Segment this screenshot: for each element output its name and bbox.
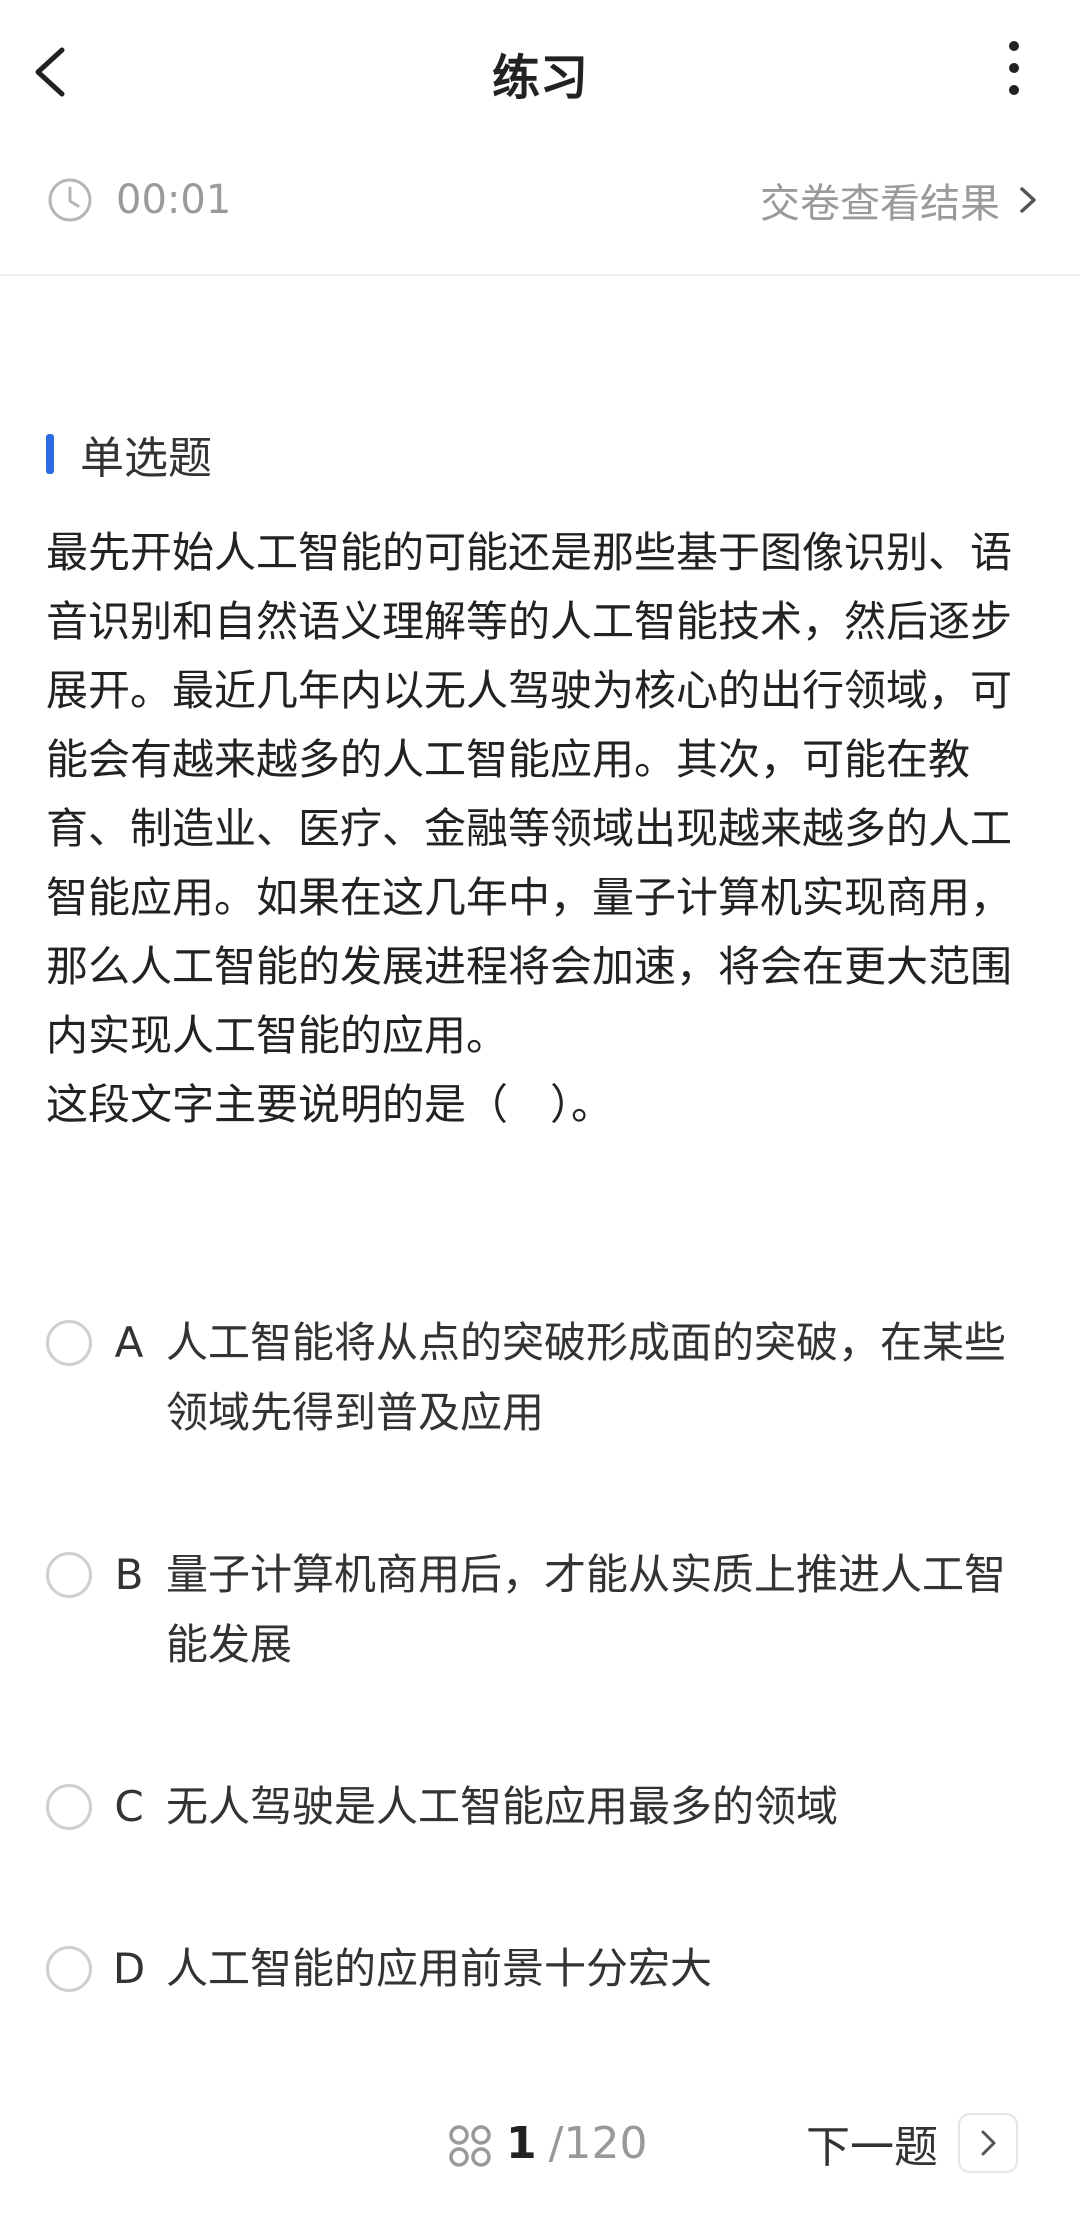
- top-bar: 练习: [0, 0, 1080, 140]
- submit-view-results-label: 交卷查看结果: [760, 181, 1000, 227]
- question-type: 单选题: [46, 428, 212, 484]
- option-letter: D: [112, 1944, 146, 1993]
- option-letter: B: [114, 1550, 144, 1599]
- submit-view-results-link[interactable]: 交卷查看结果: [760, 174, 1044, 227]
- option-d[interactable]: D 人工智能的应用前景十分宏大: [46, 1934, 1036, 2004]
- page-separator: /: [548, 2118, 564, 2169]
- radio-circle-icon[interactable]: [46, 1320, 92, 1366]
- option-text: 无人驾驶是人工智能应用最多的领域: [166, 1782, 839, 1831]
- question-prompt: 这段文字主要说明的是（ ）。: [46, 1080, 614, 1129]
- next-question-button[interactable]: 下一题: [806, 2110, 1018, 2176]
- grid-icon[interactable]: [446, 2122, 494, 2170]
- option-b[interactable]: B 量子计算机商用后，才能从实质上推进人工智能发展: [46, 1540, 1036, 1680]
- chevron-right-icon: [1020, 187, 1036, 213]
- page-indicator: 1/120: [506, 2114, 647, 2174]
- clock-icon: [48, 178, 92, 222]
- more-vertical-icon: [1009, 41, 1019, 95]
- option-text: 人工智能的应用前景十分宏大: [166, 1944, 713, 1993]
- total-pages: 120: [563, 2118, 648, 2169]
- question-passage: 最先开始人工智能的可能还是那些基于图像识别、语音识别和自然语义理解等的人工智能技…: [46, 528, 1013, 1060]
- bottom-bar: 1/120 下一题: [0, 2100, 1080, 2200]
- more-button[interactable]: [984, 38, 1044, 98]
- radio-circle-icon[interactable]: [46, 1552, 92, 1598]
- option-letter: A: [114, 1318, 144, 1367]
- next-arrow-box[interactable]: [958, 2113, 1018, 2173]
- option-a[interactable]: A 人工智能将从点的突破形成面的突破，在某些领域先得到普及应用: [46, 1308, 1036, 1448]
- next-question-label: 下一题: [806, 2122, 938, 2173]
- option-text: 人工智能将从点的突破形成面的突破，在某些领域先得到普及应用: [166, 1318, 1007, 1437]
- timer-bar: 00:01 交卷查看结果: [0, 140, 1080, 276]
- radio-circle-icon[interactable]: [46, 1946, 92, 1992]
- question-type-label: 单选题: [80, 433, 212, 484]
- elapsed-time: 00:01: [116, 177, 232, 223]
- option-c[interactable]: C 无人驾驶是人工智能应用最多的领域: [46, 1772, 1036, 1842]
- question-type-accent: [46, 434, 54, 474]
- chevron-right-icon: [981, 2130, 996, 2156]
- page-title: 练习: [491, 50, 588, 106]
- current-page: 1: [506, 2118, 537, 2169]
- radio-circle-icon[interactable]: [46, 1784, 92, 1830]
- option-letter: C: [114, 1782, 144, 1831]
- question-stem: 最先开始人工智能的可能还是那些基于图像识别、语音识别和自然语义理解等的人工智能技…: [46, 518, 1042, 1139]
- option-text: 量子计算机商用后，才能从实质上推进人工智能发展: [166, 1550, 1007, 1669]
